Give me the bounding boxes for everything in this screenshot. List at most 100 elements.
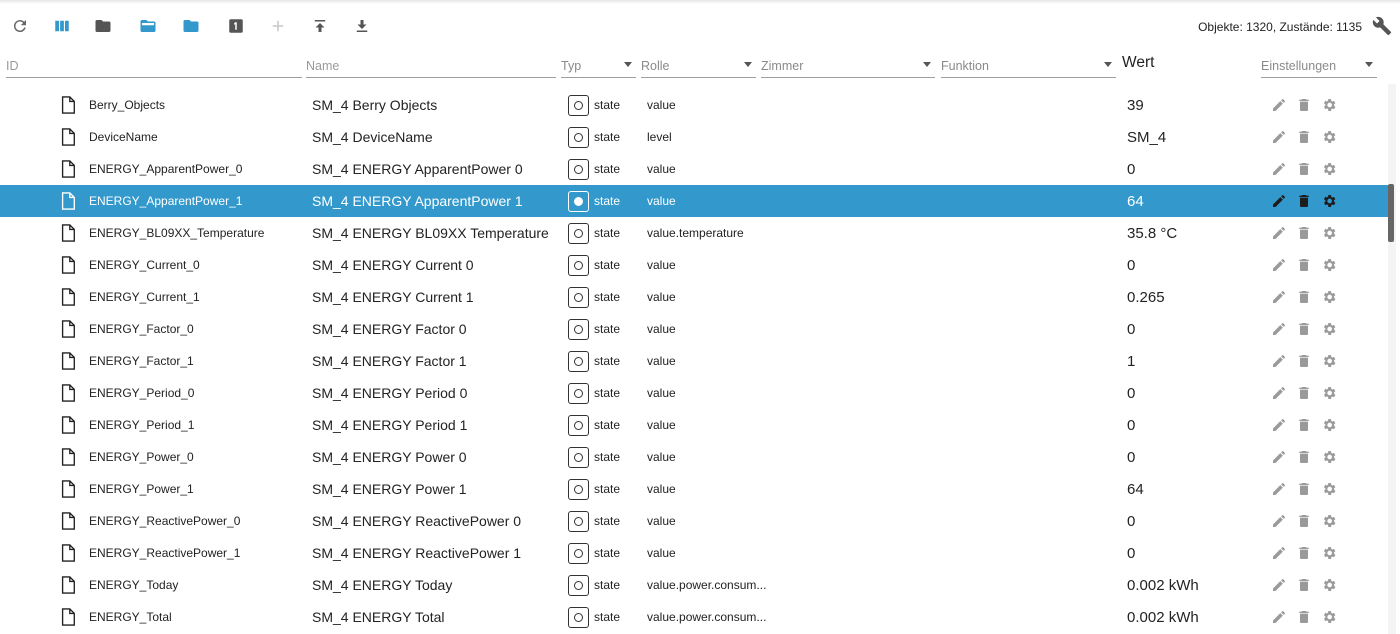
trash-icon[interactable] (1295, 353, 1312, 370)
trash-icon[interactable] (1295, 545, 1312, 562)
table-row[interactable]: ENERGY_ReactivePower_1 SM_4 ENERGY React… (0, 537, 1388, 569)
row-value[interactable]: 0 (1127, 377, 1135, 409)
trash-icon[interactable] (1295, 417, 1312, 434)
folder-icon[interactable] (91, 14, 115, 38)
pencil-icon[interactable] (1270, 97, 1287, 114)
table-row[interactable]: ENERGY_ApparentPower_1 SM_4 ENERGY Appar… (0, 185, 1388, 217)
funktion-filter[interactable]: Funktion (941, 48, 1116, 78)
row-value[interactable]: 0 (1127, 313, 1135, 345)
pencil-icon[interactable] (1270, 417, 1287, 434)
gear-icon[interactable] (1320, 97, 1337, 114)
refresh-icon[interactable] (8, 14, 32, 38)
trash-icon[interactable] (1295, 161, 1312, 178)
row-value[interactable]: 0 (1127, 409, 1135, 441)
pencil-icon[interactable] (1270, 513, 1287, 530)
folder-blue-icon[interactable] (179, 14, 203, 38)
typ-filter[interactable]: Typ (561, 48, 636, 78)
row-value[interactable]: 1 (1127, 345, 1135, 377)
table-row[interactable]: Berry_Objects SM_4 Berry Objects state v… (0, 89, 1388, 121)
row-value[interactable]: 0 (1127, 505, 1135, 537)
gear-icon[interactable] (1320, 481, 1337, 498)
table-row[interactable]: ENERGY_Today SM_4 ENERGY Today state val… (0, 569, 1388, 601)
row-value[interactable]: 64 (1127, 473, 1144, 505)
gear-icon[interactable] (1320, 577, 1337, 594)
table-row[interactable]: ENERGY_Total SM_4 ENERGY Total state val… (0, 601, 1388, 633)
gear-icon[interactable] (1320, 129, 1337, 146)
upload-icon[interactable] (308, 14, 332, 38)
gear-icon[interactable] (1320, 193, 1337, 210)
gear-icon[interactable] (1320, 225, 1337, 242)
row-value[interactable]: 0 (1127, 537, 1135, 569)
gear-icon[interactable] (1320, 417, 1337, 434)
gear-icon[interactable] (1320, 609, 1337, 626)
id-filter-input[interactable] (6, 59, 302, 73)
rolle-filter[interactable]: Rolle (641, 48, 756, 78)
pencil-icon[interactable] (1270, 545, 1287, 562)
trash-icon[interactable] (1295, 193, 1312, 210)
pencil-icon[interactable] (1270, 353, 1287, 370)
row-value[interactable]: 0 (1127, 249, 1135, 281)
trash-icon[interactable] (1295, 321, 1312, 338)
trash-icon[interactable] (1295, 385, 1312, 402)
trash-icon[interactable] (1295, 577, 1312, 594)
gear-icon[interactable] (1320, 385, 1337, 402)
gear-icon[interactable] (1320, 321, 1337, 338)
add-icon[interactable] (266, 14, 290, 38)
table-row[interactable]: ENERGY_Period_1 SM_4 ENERGY Period 1 sta… (0, 409, 1388, 441)
folder-open-icon[interactable] (136, 14, 160, 38)
pencil-icon[interactable] (1270, 193, 1287, 210)
row-value[interactable]: 35.8 °C (1127, 217, 1177, 249)
table-row[interactable]: ENERGY_Period_0 SM_4 ENERGY Period 0 sta… (0, 377, 1388, 409)
gear-icon[interactable] (1320, 289, 1337, 306)
table-row[interactable]: ENERGY_BL09XX_Temperature SM_4 ENERGY BL… (0, 217, 1388, 249)
table-row[interactable]: ENERGY_Current_0 SM_4 ENERGY Current 0 s… (0, 249, 1388, 281)
table-row[interactable]: ENERGY_Factor_0 SM_4 ENERGY Factor 0 sta… (0, 313, 1388, 345)
table-row[interactable]: ENERGY_Factor_1 SM_4 ENERGY Factor 1 sta… (0, 345, 1388, 377)
pencil-icon[interactable] (1270, 289, 1287, 306)
row-value[interactable]: 0.002 kWh (1127, 601, 1199, 633)
row-value[interactable]: 0 (1127, 153, 1135, 185)
table-row[interactable]: ENERGY_ReactivePower_0 SM_4 ENERGY React… (0, 505, 1388, 537)
pencil-icon[interactable] (1270, 257, 1287, 274)
trash-icon[interactable] (1295, 449, 1312, 466)
pencil-icon[interactable] (1270, 225, 1287, 242)
table-row[interactable]: ENERGY_Power_1 SM_4 ENERGY Power 1 state… (0, 473, 1388, 505)
wrench-icon[interactable] (1372, 16, 1394, 38)
table-row[interactable]: ENERGY_Power_0 SM_4 ENERGY Power 0 state… (0, 441, 1388, 473)
row-value[interactable]: 39 (1127, 89, 1144, 121)
gear-icon[interactable] (1320, 353, 1337, 370)
download-icon[interactable] (350, 14, 374, 38)
table-row[interactable]: DeviceName SM_4 DeviceName state level S… (0, 121, 1388, 153)
zimmer-filter[interactable]: Zimmer (761, 48, 935, 78)
trash-icon[interactable] (1295, 481, 1312, 498)
trash-icon[interactable] (1295, 609, 1312, 626)
trash-icon[interactable] (1295, 513, 1312, 530)
scrollbar-thumb[interactable] (1388, 184, 1394, 242)
table-row[interactable]: ENERGY_ApparentPower_0 SM_4 ENERGY Appar… (0, 153, 1388, 185)
pencil-icon[interactable] (1270, 449, 1287, 466)
gear-icon[interactable] (1320, 161, 1337, 178)
pencil-icon[interactable] (1270, 481, 1287, 498)
pencil-icon[interactable] (1270, 161, 1287, 178)
gear-icon[interactable] (1320, 449, 1337, 466)
name-filter-input[interactable] (306, 59, 556, 73)
trash-icon[interactable] (1295, 289, 1312, 306)
pencil-icon[interactable] (1270, 577, 1287, 594)
settings-filter[interactable]: Einstellungen (1261, 48, 1377, 78)
table-row[interactable]: ENERGY_Current_1 SM_4 ENERGY Current 1 s… (0, 281, 1388, 313)
pencil-icon[interactable] (1270, 385, 1287, 402)
trash-icon[interactable] (1295, 225, 1312, 242)
columns-icon[interactable] (50, 14, 74, 38)
pencil-icon[interactable] (1270, 129, 1287, 146)
pencil-icon[interactable] (1270, 321, 1287, 338)
trash-icon[interactable] (1295, 129, 1312, 146)
scrollbar[interactable] (1388, 84, 1396, 634)
row-value[interactable]: 0.002 kWh (1127, 569, 1199, 601)
pencil-icon[interactable] (1270, 609, 1287, 626)
trash-icon[interactable] (1295, 257, 1312, 274)
number-1-icon[interactable] (224, 14, 248, 38)
gear-icon[interactable] (1320, 545, 1337, 562)
gear-icon[interactable] (1320, 513, 1337, 530)
row-value[interactable]: SM_4 (1127, 121, 1166, 153)
row-value[interactable]: 0.265 (1127, 281, 1165, 313)
